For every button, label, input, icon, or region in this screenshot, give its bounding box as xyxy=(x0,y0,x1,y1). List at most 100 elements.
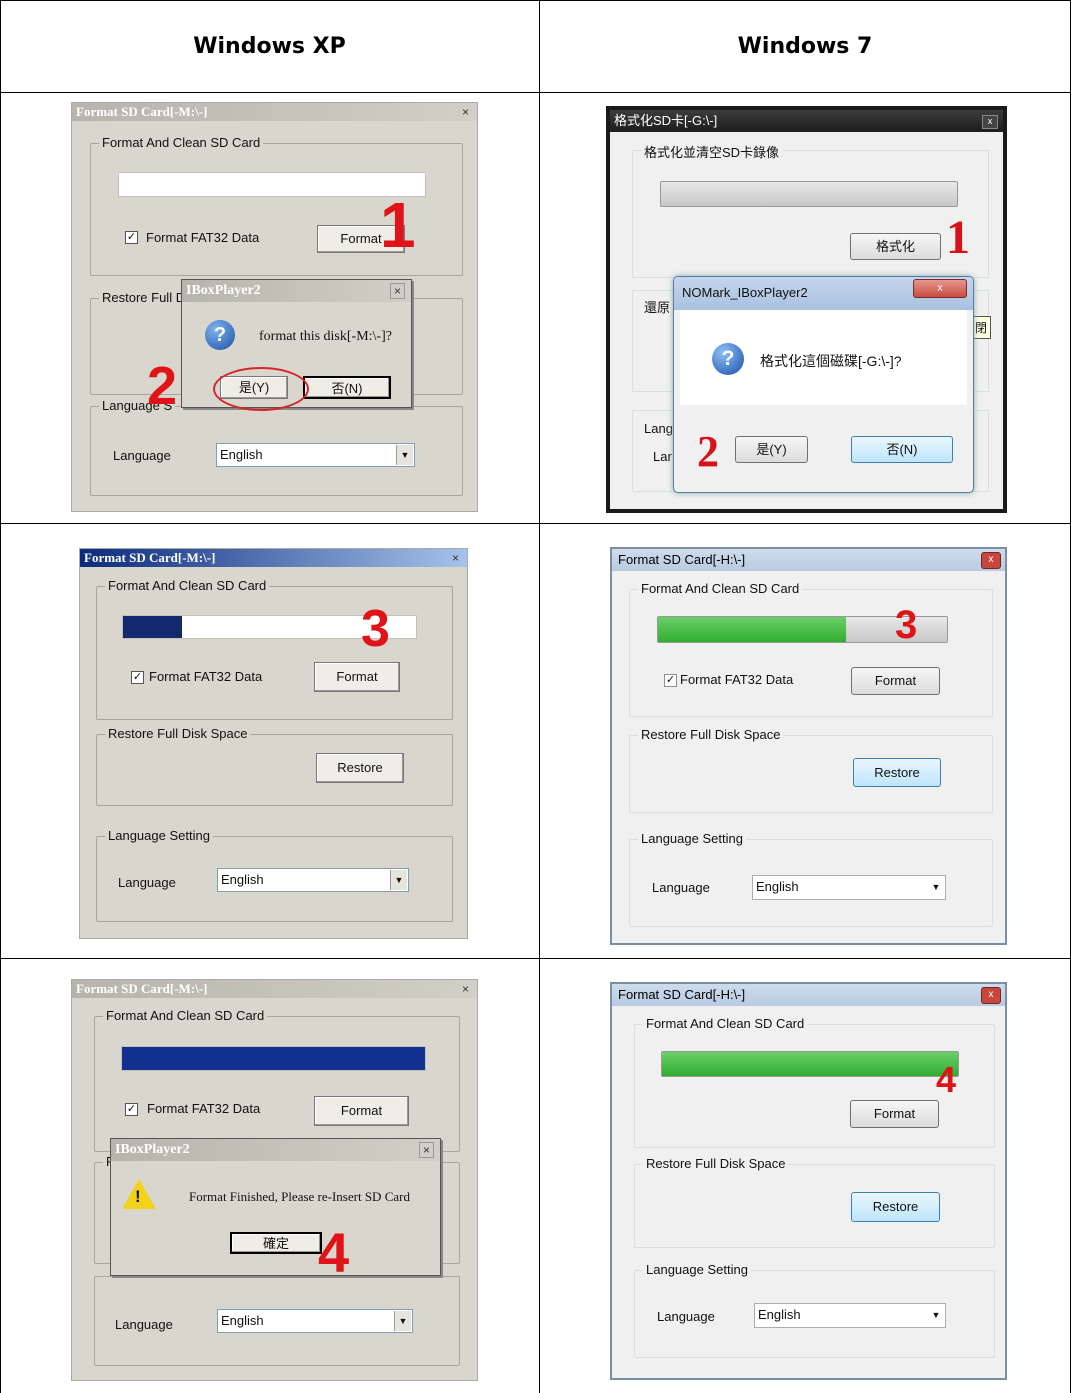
finished-dialog: IBoxPlayer2 × ! Format Finished, Please … xyxy=(110,1138,441,1276)
step-number: 1 xyxy=(380,189,416,261)
group-label: Restore Full Disk Space xyxy=(643,1156,789,1171)
language-label: Language xyxy=(115,1317,173,1332)
dialog-titlebar: NOMark_IBoxPlayer2 x xyxy=(674,277,973,310)
group-label: Restore Full Disk Space xyxy=(105,726,251,741)
w7-format-window: Format SD Card[-H:\-] x Format And Clean… xyxy=(610,547,1007,945)
chevron-down-icon: ▼ xyxy=(928,1305,944,1326)
format-group: Format And Clean SD Card ✓ Format FAT32 … xyxy=(94,1008,460,1152)
format-group: 格式化並清空SD卡錄像 格式化 xyxy=(632,142,989,278)
group-label: Restore Full Disk Space xyxy=(638,727,784,742)
format-button[interactable]: Format xyxy=(851,667,940,695)
close-icon[interactable]: x xyxy=(982,115,998,129)
group-label: Format And Clean SD Card xyxy=(643,1016,808,1031)
window-title: Format SD Card[-M:\-] xyxy=(76,104,208,119)
format-button[interactable]: Format xyxy=(314,662,400,692)
language-group: Language Setting Language English ▼ xyxy=(96,828,453,922)
language-label: Language xyxy=(118,875,176,890)
question-icon: ? xyxy=(712,343,744,375)
column-header-w7: Windows 7 xyxy=(737,33,873,59)
step-number: 4 xyxy=(936,1059,957,1100)
close-icon[interactable]: x xyxy=(913,279,967,298)
group-label: Language Setting xyxy=(638,831,746,846)
language-value: English xyxy=(758,1307,801,1322)
progress-fill xyxy=(662,1052,958,1076)
chevron-down-icon: ▼ xyxy=(390,870,407,890)
step-number: 1 xyxy=(946,211,970,264)
window-titlebar: Format SD Card[-M:\-] xyxy=(80,549,467,567)
group-label: Language Setting xyxy=(105,828,213,843)
format-button[interactable]: Format xyxy=(850,1100,939,1128)
window-titlebar: Format SD Card[-H:\-] xyxy=(612,984,1005,1006)
step-number: 3 xyxy=(361,600,390,658)
language-select[interactable]: English ▼ xyxy=(217,868,409,892)
step-number: 2 xyxy=(147,356,178,416)
highlight-ellipse xyxy=(213,367,309,411)
language-value: English xyxy=(756,879,799,894)
format-group: Format And Clean SD Card ✓ Format FAT32 … xyxy=(629,581,993,717)
checkbox[interactable]: ✓ xyxy=(131,671,144,684)
warning-icon-mark: ! xyxy=(135,1187,141,1206)
language-select[interactable]: English ▼ xyxy=(752,875,946,900)
restore-button[interactable]: Restore xyxy=(851,1192,940,1222)
step-number: 2 xyxy=(697,427,719,476)
progress-bar xyxy=(660,181,958,207)
row-divider xyxy=(0,92,1071,93)
group-label: Lang xyxy=(641,421,676,436)
dialog-title: IBoxPlayer2 xyxy=(115,1142,190,1157)
table-divider xyxy=(539,0,540,1393)
xp-format-window: Format SD Card[-M:\-] × Format And Clean… xyxy=(71,102,478,512)
language-value: English xyxy=(220,447,263,462)
checkbox[interactable]: ✓ xyxy=(125,1103,138,1116)
close-icon[interactable]: × xyxy=(462,105,469,119)
close-icon[interactable]: x xyxy=(981,987,1001,1004)
step-number: 3 xyxy=(895,603,918,647)
table-border-left xyxy=(0,0,1,1393)
checkbox[interactable]: ✓ xyxy=(664,674,677,687)
checkbox-label: Format FAT32 Data xyxy=(147,1101,261,1116)
close-icon[interactable]: × xyxy=(418,1142,434,1158)
checkbox[interactable]: ✓ xyxy=(125,231,138,244)
yes-button[interactable]: 是(Y) xyxy=(735,436,808,463)
restore-group: Restore Full Disk Space Restore xyxy=(629,727,993,813)
no-button[interactable]: 否(N) xyxy=(851,436,953,463)
checkbox-label: Format FAT32 Data xyxy=(680,672,794,687)
close-icon[interactable]: × xyxy=(462,982,469,996)
progress-bar xyxy=(661,1051,959,1077)
group-label: Language Setting xyxy=(643,1262,751,1277)
confirm-dialog: IBoxPlayer2 × ? format this disk[-M:\-]?… xyxy=(181,279,412,411)
language-group: Language Setting Language English ▼ xyxy=(634,1262,995,1358)
progress-fill xyxy=(123,616,182,638)
format-button[interactable]: Format xyxy=(314,1096,409,1126)
checkbox-label: Format FAT32 Data xyxy=(149,669,263,684)
restore-button[interactable]: Restore xyxy=(316,753,404,783)
restore-button[interactable]: Restore xyxy=(853,758,941,787)
step-number: 4 xyxy=(318,1221,350,1284)
window-titlebar: Format SD Card[-M:\-] xyxy=(72,103,477,121)
checkbox-label: Format FAT32 Data xyxy=(146,230,260,245)
language-label: Lar xyxy=(653,449,672,464)
no-button[interactable]: 否(N) xyxy=(303,376,391,399)
close-icon[interactable]: × xyxy=(452,551,459,565)
dialog-message: format this disk[-M:\-]? xyxy=(259,329,392,344)
group-label: Restore Full D xyxy=(99,290,189,305)
w7-format-window: 格式化SD卡[-G:\-] x 格式化並清空SD卡錄像 格式化 還原 Lang … xyxy=(606,106,1007,513)
xp-format-window: Format SD Card[-M:\-] × Format And Clean… xyxy=(79,548,468,939)
progress-bar xyxy=(121,1046,426,1071)
w7-format-window: Format SD Card[-H:\-] x Format And Clean… xyxy=(610,982,1007,1380)
language-select[interactable]: English ▼ xyxy=(216,443,415,467)
group-label: 還原 xyxy=(641,297,674,316)
close-icon[interactable]: × xyxy=(389,283,405,299)
language-select[interactable]: English ▼ xyxy=(217,1309,413,1333)
row-divider xyxy=(0,958,1071,959)
chevron-down-icon: ▼ xyxy=(396,445,413,465)
dialog-body: ? 格式化這個磁碟[-G:\-]? xyxy=(680,310,967,405)
language-select[interactable]: English ▼ xyxy=(754,1303,946,1328)
close-icon[interactable]: x xyxy=(981,552,1001,569)
ok-button[interactable]: 確定 xyxy=(230,1232,322,1254)
window-titlebar: 格式化SD卡[-G:\-] xyxy=(610,110,1003,132)
language-label: Language xyxy=(113,448,171,463)
format-button[interactable]: 格式化 xyxy=(850,233,941,260)
window-title: Format SD Card[-H:\-] xyxy=(618,987,746,1002)
window-title: Format SD Card[-H:\-] xyxy=(618,552,746,567)
dialog-message: 格式化這個磁碟[-G:\-]? xyxy=(760,353,902,369)
